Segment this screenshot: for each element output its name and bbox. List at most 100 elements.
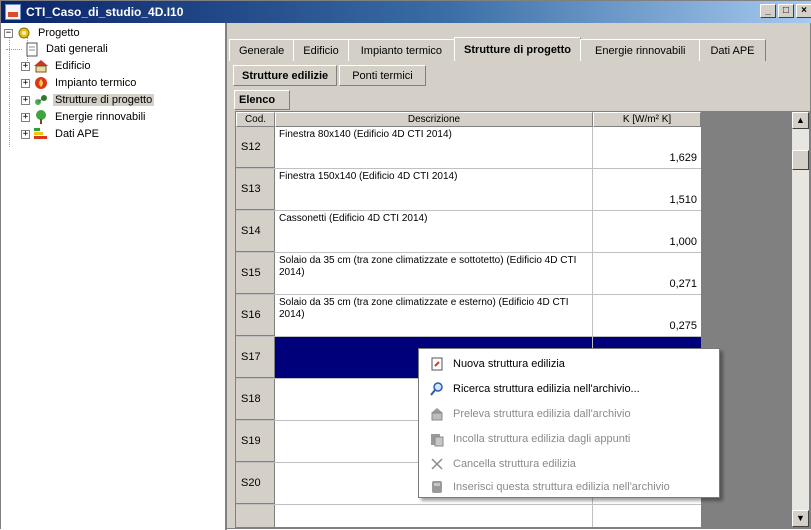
gear-icon bbox=[16, 26, 32, 40]
tree-item-label: Dati APE bbox=[55, 128, 100, 140]
app-icon bbox=[5, 4, 21, 20]
menu-item-cancella-struttura[interactable]: Cancella struttura edilizia bbox=[419, 451, 719, 476]
menu-item-label: Incolla struttura edilizia dagli appunti bbox=[453, 432, 631, 445]
table-row[interactable]: S12 Finestra 80x140 (Edificio 4D CTI 201… bbox=[236, 127, 701, 169]
header-k[interactable]: K [W/m² K] bbox=[593, 112, 701, 127]
row-code bbox=[236, 505, 275, 527]
row-k-value: 0,271 bbox=[669, 278, 697, 290]
delete-icon bbox=[429, 456, 445, 472]
expand-expander[interactable]: + bbox=[21, 78, 30, 88]
context-menu: Nuova struttura edilizia Ricerca struttu… bbox=[418, 348, 720, 498]
menu-item-preleva-struttura[interactable]: Preleva struttura edilizia dall'archivio bbox=[419, 401, 719, 426]
header-code[interactable]: Cod. bbox=[236, 112, 275, 127]
grid-header: Cod. Descrizione K [W/m² K] bbox=[236, 112, 701, 127]
vertical-scrollbar[interactable]: ▲ ▼ bbox=[792, 112, 809, 527]
paste-icon bbox=[429, 431, 445, 447]
tree-item-label: Energie rinnovabili bbox=[55, 111, 146, 123]
search-icon bbox=[429, 381, 445, 397]
tab-dati-ape[interactable]: Dati APE bbox=[699, 39, 766, 61]
expand-expander[interactable]: + bbox=[21, 95, 30, 105]
archive-house-icon bbox=[429, 406, 445, 422]
row-code: S14 bbox=[236, 211, 275, 252]
row-description: Solaio da 35 cm (tra zone climatizzate e… bbox=[275, 295, 593, 336]
row-code: S20 bbox=[236, 463, 275, 504]
row-description: Finestra 80x140 (Edificio 4D CTI 2014) bbox=[275, 127, 593, 168]
sub-tabs: Strutture edilizie Ponti termici bbox=[233, 65, 428, 86]
menu-item-inserisci-struttura[interactable]: Inserisci questa struttura edilizia nell… bbox=[419, 476, 719, 497]
row-code: S19 bbox=[236, 421, 275, 462]
structure-icon bbox=[33, 93, 49, 107]
tab-edificio[interactable]: Edificio bbox=[293, 39, 349, 61]
tree-item-label: Edificio bbox=[55, 60, 91, 72]
row-k-value: 1,510 bbox=[669, 194, 697, 206]
main-tabs: Generale Edificio Impianto termico Strut… bbox=[229, 37, 766, 61]
tree-item-dati-generali[interactable]: Dati generali bbox=[6, 41, 110, 57]
tree-item-label: Strutture di progetto bbox=[53, 94, 155, 106]
save-to-archive-icon bbox=[429, 479, 445, 495]
tree-item-dati-ape[interactable]: + Dati APE bbox=[4, 126, 101, 142]
tab-strutture-edilizie[interactable]: Strutture edilizie bbox=[233, 65, 338, 86]
row-k-value: 0,275 bbox=[669, 320, 697, 332]
tree-root[interactable]: − Progetto bbox=[4, 25, 82, 41]
tree-item-label: Dati generali bbox=[46, 43, 108, 55]
project-tree[interactable]: − Progetto Dati generali + Edificio + Im… bbox=[1, 23, 227, 530]
window-controls: _ □ × bbox=[760, 4, 811, 18]
tree-item-energie-rinnovabili[interactable]: + Energie rinnovabili bbox=[4, 109, 148, 125]
table-row[interactable]: S15 Solaio da 35 cm (tra zone climatizza… bbox=[236, 253, 701, 295]
maximize-button[interactable]: □ bbox=[778, 4, 794, 18]
menu-item-label: Nuova struttura edilizia bbox=[453, 357, 565, 370]
window-title: CTI_Caso_di_studio_4D.I10 bbox=[26, 5, 184, 19]
tree-icon bbox=[33, 110, 49, 124]
tree-root-label: Progetto bbox=[38, 27, 80, 39]
row-code: S15 bbox=[236, 253, 275, 294]
menu-item-label: Ricerca struttura edilizia nell'archivio… bbox=[453, 382, 640, 395]
row-code: S17 bbox=[236, 337, 275, 378]
table-row[interactable]: S14 Cassonetti (Edificio 4D CTI 2014) 1,… bbox=[236, 211, 701, 253]
tree-item-label: Impianto termico bbox=[55, 77, 137, 89]
row-k-value bbox=[593, 505, 701, 527]
title-bar: CTI_Caso_di_studio_4D.I10 _ □ × bbox=[1, 1, 811, 23]
table-row[interactable]: S16 Solaio da 35 cm (tra zone climatizza… bbox=[236, 295, 701, 337]
row-description: Solaio da 35 cm (tra zone climatizzate e… bbox=[275, 253, 593, 294]
tab-energie-rinnovabili[interactable]: Energie rinnovabili bbox=[579, 39, 701, 61]
tab-generale[interactable]: Generale bbox=[229, 39, 295, 61]
row-k-value: 1,000 bbox=[669, 236, 697, 248]
scroll-thumb[interactable] bbox=[792, 150, 809, 170]
row-k-value: 1,629 bbox=[669, 152, 697, 164]
tree-item-strutture-di-progetto[interactable]: + Strutture di progetto bbox=[4, 92, 155, 108]
close-button[interactable]: × bbox=[796, 4, 811, 18]
tab-elenco[interactable]: Elenco bbox=[234, 90, 290, 110]
energy-label-icon bbox=[33, 127, 49, 141]
main-window: CTI_Caso_di_studio_4D.I10 _ □ × − Proget… bbox=[0, 0, 811, 530]
tab-strutture-di-progetto[interactable]: Strutture di progetto bbox=[454, 37, 581, 61]
table-row[interactable]: S13 Finestra 150x140 (Edificio 4D CTI 20… bbox=[236, 169, 701, 211]
expand-expander[interactable]: + bbox=[21, 129, 30, 139]
row-code: S18 bbox=[236, 379, 275, 420]
minimize-button[interactable]: _ bbox=[760, 4, 776, 18]
menu-item-label: Inserisci questa struttura edilizia nell… bbox=[453, 480, 670, 493]
tree-item-impianto-termico[interactable]: + Impianto termico bbox=[4, 75, 138, 91]
menu-item-ricerca-struttura[interactable]: Ricerca struttura edilizia nell'archivio… bbox=[419, 376, 719, 401]
scroll-down-icon[interactable]: ▼ bbox=[792, 510, 809, 527]
row-description: Finestra 150x140 (Edificio 4D CTI 2014) bbox=[275, 169, 593, 210]
expand-expander[interactable]: + bbox=[21, 112, 30, 122]
row-description: Cassonetti (Edificio 4D CTI 2014) bbox=[275, 211, 593, 252]
row-code: S16 bbox=[236, 295, 275, 336]
tab-ponti-termici[interactable]: Ponti termici bbox=[339, 65, 426, 86]
table-row[interactable] bbox=[236, 505, 701, 527]
menu-item-incolla-struttura[interactable]: Incolla struttura edilizia dagli appunti bbox=[419, 426, 719, 451]
house-icon bbox=[33, 59, 49, 73]
document-icon bbox=[24, 42, 40, 57]
menu-item-label: Cancella struttura edilizia bbox=[453, 457, 576, 470]
new-document-icon bbox=[429, 356, 445, 372]
row-description bbox=[275, 505, 593, 527]
tree-item-edificio[interactable]: + Edificio bbox=[4, 58, 92, 74]
expand-expander[interactable]: + bbox=[21, 61, 30, 71]
menu-item-nuova-struttura[interactable]: Nuova struttura edilizia bbox=[419, 351, 719, 376]
scroll-up-icon[interactable]: ▲ bbox=[792, 112, 809, 129]
collapse-expander[interactable]: − bbox=[4, 28, 13, 38]
menu-item-label: Preleva struttura edilizia dall'archivio bbox=[453, 407, 631, 420]
tab-impianto-termico[interactable]: Impianto termico bbox=[347, 39, 456, 61]
header-description[interactable]: Descrizione bbox=[275, 112, 593, 127]
row-code: S13 bbox=[236, 169, 275, 210]
